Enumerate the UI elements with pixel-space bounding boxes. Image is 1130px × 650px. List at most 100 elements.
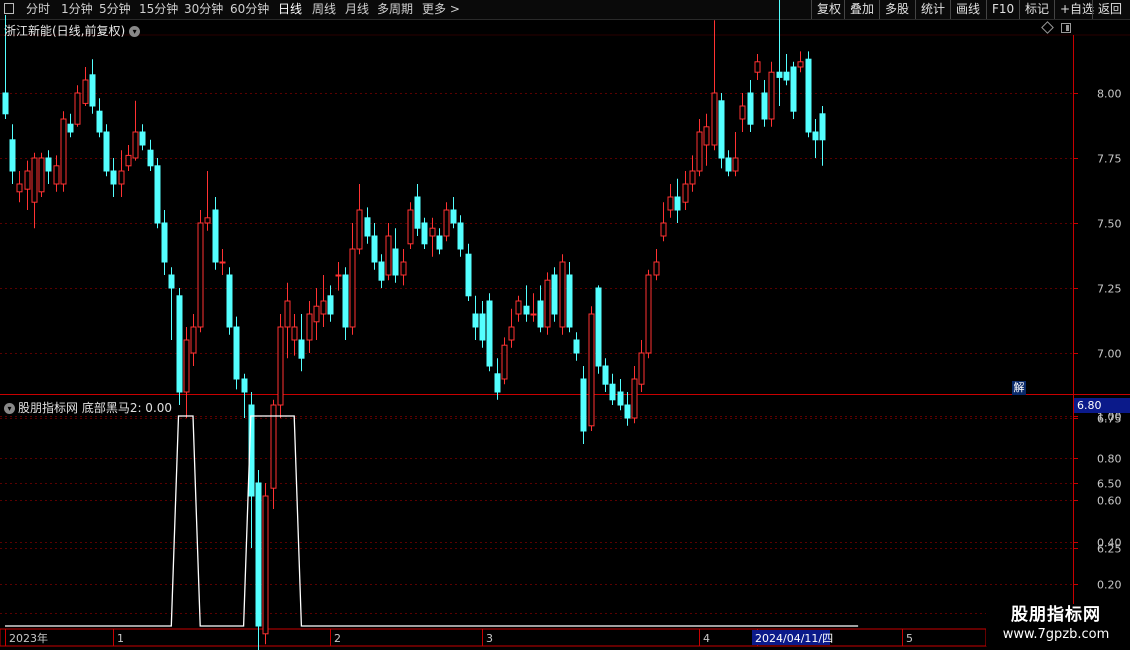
candle-body-down [421,222,428,245]
candle-body-up [24,170,31,190]
candle-body-up [16,183,23,193]
candle-body-down [457,222,464,250]
ind-tick-label: 0.40 [1097,537,1122,550]
candle-body-down [551,274,558,315]
axes [0,34,1130,647]
time-label: 1 [117,632,124,645]
candle-body-down [595,287,602,367]
candle-body-up [190,326,197,354]
candle-body-down [674,196,681,211]
candle-body-down [176,295,183,393]
dropdown-icon[interactable]: ▾ [129,26,141,37]
candle-body-down [110,170,117,185]
candle-body-up [349,248,356,328]
candle-body-up [508,326,515,341]
cursor-date-label: 2024/04/11/四 [755,632,833,645]
candle-body-down [790,66,797,112]
watermark-url: www.7gpzb.com [1002,627,1110,642]
candle-body-up [82,79,89,104]
panel-toggle-icon[interactable] [1061,23,1071,33]
k-tick-label: 7.50 [1097,218,1122,231]
candle-body-down [364,217,371,237]
candle-body-up [335,274,342,277]
candle-body-down [537,300,544,328]
time-label: 5 [906,632,913,645]
candle-body-down [523,305,530,315]
candle-body-up [219,261,226,264]
candle-body-down [479,313,486,341]
candle-body-down [342,274,349,328]
candle-body-up [703,126,710,146]
candle-body-up [183,339,190,393]
candle-body-up [277,326,284,406]
candle-body-down [45,157,52,172]
candle-body-up [270,404,277,489]
ind-tick-label: 0.60 [1097,495,1122,508]
candle-body-up [797,61,804,68]
candle-body-down [371,235,378,263]
candle-body-down [805,58,812,133]
indicator-line [5,415,859,627]
stock-title: 浙江新能(日线,前复权) ▾ [4,22,141,39]
time-label: 4 [703,632,710,645]
candle-body-up [407,209,414,245]
candle-body-up [732,157,739,172]
candle-body-up [631,378,638,419]
candle-body-up [768,71,775,120]
candle-body-up [284,300,291,328]
candle-body-up [60,118,67,185]
indicator-title-text: 股朋指标网 底部黑马2: 0.00 [18,401,173,415]
candle-body-down [609,383,616,401]
candle-body-up [530,313,537,316]
candle-body-up [306,313,313,341]
candle-body-up [660,222,667,237]
candle-body-up [544,279,551,328]
candle-body-down [566,274,573,328]
candle-body-up [501,344,508,380]
candle-body-down [812,131,819,141]
candle-body-up [754,61,761,73]
candle-body-up [667,196,674,211]
ind-tick-label: 0.80 [1097,453,1122,466]
k-tick-label: 7.25 [1097,283,1122,296]
candle-body-up [689,170,696,185]
candle-body-up [638,352,645,385]
candle-body-down [747,92,754,125]
candle-body-down [89,74,96,107]
candle-body-down [392,248,399,276]
candle-body-up [262,495,269,635]
candle-body-up [313,305,320,323]
k-tick-label: 8.00 [1097,88,1122,101]
signal-line [5,415,859,627]
stock-title-text: 浙江新能(日线,前复权) [4,24,126,38]
candle-body-up [320,300,327,315]
candle-body-up [385,235,392,276]
candle-body-up [696,131,703,172]
candle-body-up [197,222,204,328]
candle-body-down [161,222,168,263]
k-tick-label: 6.50 [1097,478,1122,491]
candle-body-down [9,139,16,172]
candle-body-up [653,261,660,276]
candle-body-down [494,373,501,393]
jie-badge[interactable]: 解 [1012,381,1026,395]
candle-body-down [96,110,103,133]
kline-chart[interactable]: 8.007.757.507.257.006.756.506.256.001.00… [0,0,1130,650]
candle-body-down [761,92,768,120]
candle-body-up [559,261,566,328]
indicator-dropdown-icon[interactable]: ▾ [4,403,15,414]
candles [2,0,826,650]
candle-body-down [783,71,790,81]
time-label: 2 [334,632,341,645]
candle-body-down [624,404,631,419]
candle-body-down [212,209,219,263]
candle-body-down [580,378,587,432]
candle-body-down [168,274,175,289]
candle-body-down [450,209,457,224]
candle-body-up [682,183,689,203]
candle-body-down [573,339,580,354]
k-tick-label: 7.75 [1097,153,1122,166]
candle-body-down [718,100,725,159]
candle-body-up [429,227,436,237]
candle-body-down [776,71,783,78]
